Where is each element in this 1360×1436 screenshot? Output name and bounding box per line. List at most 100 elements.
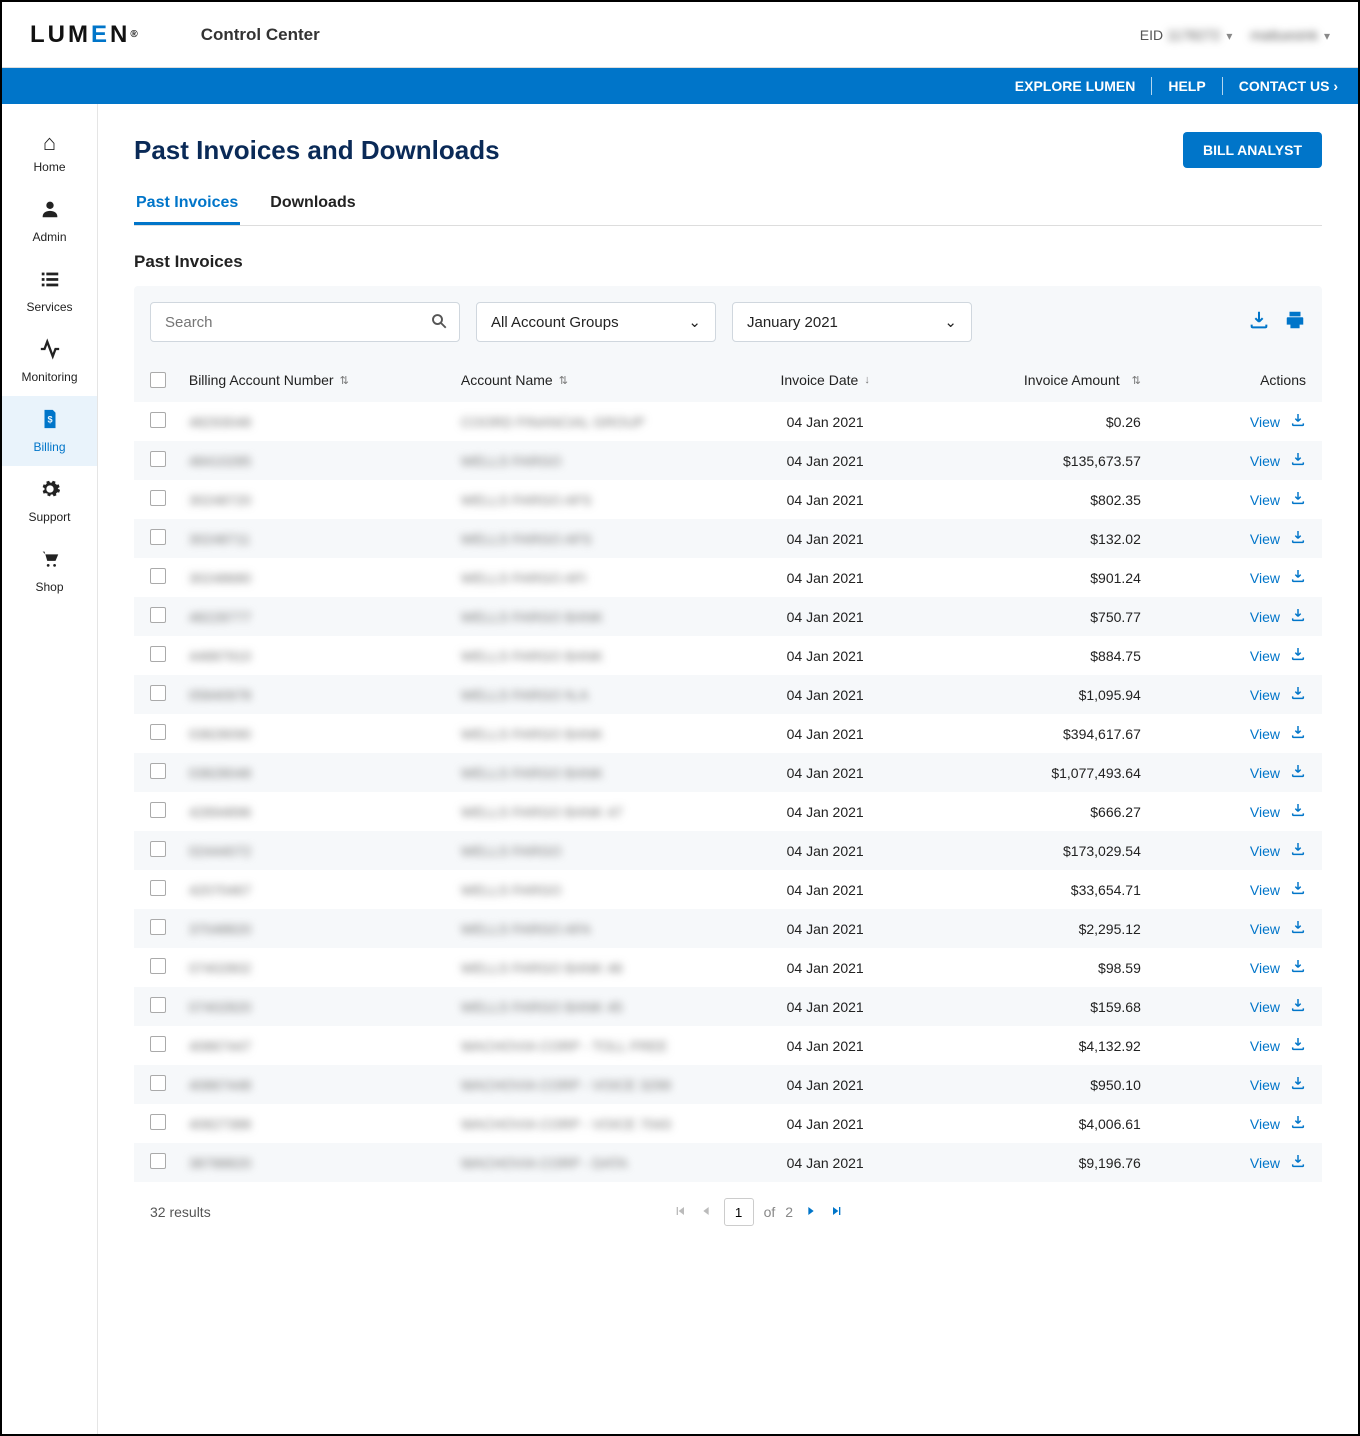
download-icon[interactable] bbox=[1290, 724, 1306, 743]
account-name: WACHOVIA CORP - VOICE 3299 bbox=[461, 1077, 671, 1093]
view-link[interactable]: View bbox=[1250, 531, 1280, 547]
first-page-icon[interactable] bbox=[672, 1203, 688, 1222]
view-link[interactable]: View bbox=[1250, 453, 1280, 469]
print-icon[interactable] bbox=[1284, 309, 1306, 336]
column-billing-account[interactable]: Billing Account Number ⇅ bbox=[189, 372, 461, 388]
account-name: WELLS FARGO AFI bbox=[461, 570, 586, 586]
download-icon[interactable] bbox=[1290, 568, 1306, 587]
row-checkbox[interactable] bbox=[150, 958, 166, 974]
row-checkbox[interactable] bbox=[150, 880, 166, 896]
row-checkbox[interactable] bbox=[150, 607, 166, 623]
row-checkbox[interactable] bbox=[150, 919, 166, 935]
account-name: WELLS FARGO bbox=[461, 882, 561, 898]
contact-link[interactable]: CONTACT US › bbox=[1239, 78, 1338, 94]
row-checkbox[interactable] bbox=[150, 1153, 166, 1169]
select-all-checkbox[interactable] bbox=[150, 372, 166, 388]
view-link[interactable]: View bbox=[1250, 804, 1280, 820]
tab-past-invoices[interactable]: Past Invoices bbox=[134, 186, 240, 225]
sidebar-item-monitoring[interactable]: Monitoring bbox=[2, 326, 97, 396]
view-link[interactable]: View bbox=[1250, 960, 1280, 976]
download-icon[interactable] bbox=[1290, 646, 1306, 665]
row-checkbox[interactable] bbox=[150, 724, 166, 740]
account-name: WELLS FARGO BANK bbox=[461, 648, 603, 664]
row-checkbox[interactable] bbox=[150, 529, 166, 545]
view-link[interactable]: View bbox=[1250, 843, 1280, 859]
row-checkbox[interactable] bbox=[150, 1075, 166, 1091]
download-icon[interactable] bbox=[1290, 880, 1306, 899]
view-link[interactable]: View bbox=[1250, 687, 1280, 703]
search-input[interactable] bbox=[150, 302, 460, 342]
invoice-amount: $394,617.67 bbox=[917, 726, 1140, 742]
download-icon[interactable] bbox=[1290, 412, 1306, 431]
explore-link[interactable]: EXPLORE LUMEN bbox=[1015, 78, 1136, 94]
column-account-name[interactable]: Account Name ⇅ bbox=[461, 372, 733, 388]
download-icon[interactable] bbox=[1290, 841, 1306, 860]
account-name: COORD FINANCIAL GROUP bbox=[461, 414, 645, 430]
row-checkbox[interactable] bbox=[150, 841, 166, 857]
help-link[interactable]: HELP bbox=[1168, 78, 1205, 94]
download-icon[interactable] bbox=[1290, 763, 1306, 782]
view-link[interactable]: View bbox=[1250, 609, 1280, 625]
download-icon[interactable] bbox=[1290, 607, 1306, 626]
view-link[interactable]: View bbox=[1250, 882, 1280, 898]
row-checkbox[interactable] bbox=[150, 763, 166, 779]
download-icon[interactable] bbox=[1290, 919, 1306, 938]
sidebar-item-support[interactable]: Support bbox=[2, 466, 97, 536]
download-icon[interactable] bbox=[1290, 958, 1306, 977]
view-link[interactable]: View bbox=[1250, 1077, 1280, 1093]
view-link[interactable]: View bbox=[1250, 1116, 1280, 1132]
row-checkbox[interactable] bbox=[150, 646, 166, 662]
sidebar-item-home[interactable]: ⌂ Home bbox=[2, 118, 97, 186]
column-invoice-amount[interactable]: Invoice Amount ⇅ bbox=[917, 372, 1140, 388]
view-link[interactable]: View bbox=[1250, 921, 1280, 937]
download-all-icon[interactable] bbox=[1248, 309, 1270, 336]
download-icon[interactable] bbox=[1290, 685, 1306, 704]
download-icon[interactable] bbox=[1290, 529, 1306, 548]
column-invoice-date[interactable]: Invoice Date ↓ bbox=[733, 372, 918, 388]
sidebar-item-billing[interactable]: $ Billing bbox=[2, 396, 97, 466]
month-select[interactable]: January 2021 ⌄ bbox=[732, 302, 972, 342]
next-page-icon[interactable] bbox=[803, 1203, 819, 1222]
download-icon[interactable] bbox=[1290, 1075, 1306, 1094]
bill-analyst-button[interactable]: BILL ANALYST bbox=[1183, 132, 1322, 168]
row-checkbox[interactable] bbox=[150, 1036, 166, 1052]
eid-label: EID bbox=[1140, 27, 1163, 43]
row-checkbox[interactable] bbox=[150, 568, 166, 584]
view-link[interactable]: View bbox=[1250, 1038, 1280, 1054]
view-link[interactable]: View bbox=[1250, 999, 1280, 1015]
account-group-select[interactable]: All Account Groups ⌄ bbox=[476, 302, 716, 342]
search-icon[interactable] bbox=[430, 312, 448, 335]
view-link[interactable]: View bbox=[1250, 492, 1280, 508]
download-icon[interactable] bbox=[1290, 451, 1306, 470]
user-menu[interactable]: mattuesink ▾ bbox=[1250, 27, 1330, 43]
eid-selector[interactable]: EID 1178272 ▾ bbox=[1140, 27, 1233, 43]
download-icon[interactable] bbox=[1290, 802, 1306, 821]
row-checkbox[interactable] bbox=[150, 451, 166, 467]
sidebar-item-admin[interactable]: Admin bbox=[2, 186, 97, 256]
download-icon[interactable] bbox=[1290, 1153, 1306, 1172]
download-icon[interactable] bbox=[1290, 1036, 1306, 1055]
view-link[interactable]: View bbox=[1250, 765, 1280, 781]
table-row: 07402802 WELLS FARGO BANK 46 04 Jan 2021… bbox=[134, 948, 1322, 987]
page-input[interactable] bbox=[724, 1198, 754, 1226]
row-checkbox[interactable] bbox=[150, 1114, 166, 1130]
last-page-icon[interactable] bbox=[829, 1203, 845, 1222]
download-icon[interactable] bbox=[1290, 997, 1306, 1016]
download-icon[interactable] bbox=[1290, 1114, 1306, 1133]
sidebar-item-services[interactable]: Services bbox=[2, 256, 97, 326]
view-link[interactable]: View bbox=[1250, 414, 1280, 430]
row-checkbox[interactable] bbox=[150, 412, 166, 428]
view-link[interactable]: View bbox=[1250, 570, 1280, 586]
prev-page-icon[interactable] bbox=[698, 1203, 714, 1222]
row-checkbox[interactable] bbox=[150, 490, 166, 506]
view-link[interactable]: View bbox=[1250, 648, 1280, 664]
row-checkbox[interactable] bbox=[150, 802, 166, 818]
view-link[interactable]: View bbox=[1250, 1155, 1280, 1171]
download-icon[interactable] bbox=[1290, 490, 1306, 509]
tab-downloads[interactable]: Downloads bbox=[268, 186, 357, 225]
row-checkbox[interactable] bbox=[150, 685, 166, 701]
sidebar-item-shop[interactable]: Shop bbox=[2, 536, 97, 606]
row-checkbox[interactable] bbox=[150, 997, 166, 1013]
view-link[interactable]: View bbox=[1250, 726, 1280, 742]
invoice-date: 04 Jan 2021 bbox=[733, 492, 918, 508]
